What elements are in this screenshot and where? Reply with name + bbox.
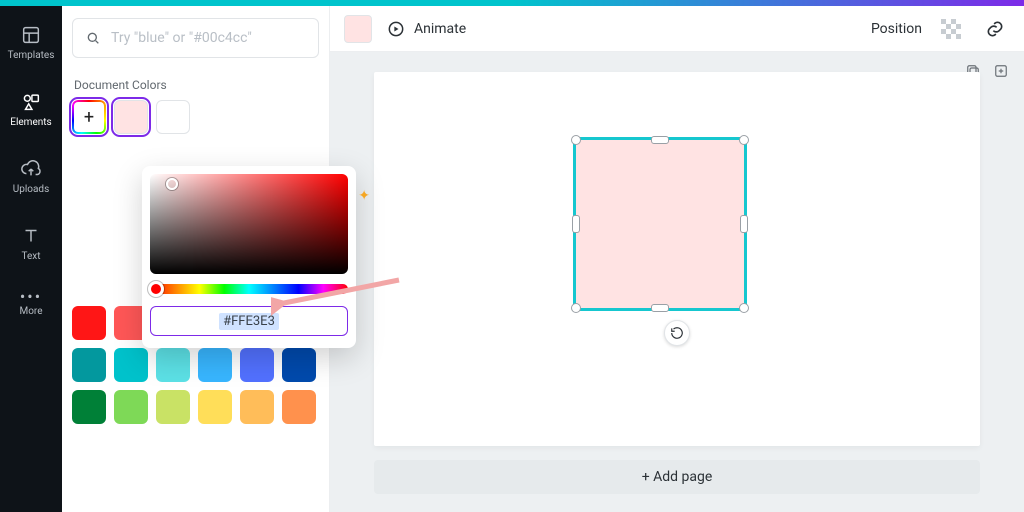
color-panel: Document Colors + ✦ #FFE3E3 [62, 6, 330, 512]
add-page-icon[interactable] [992, 62, 1010, 80]
default-color-swatch[interactable] [156, 348, 190, 382]
sv-thumb[interactable] [166, 178, 178, 190]
default-color-swatch[interactable] [72, 390, 106, 424]
fill-color-swatch[interactable] [344, 15, 372, 43]
default-color-swatch[interactable] [72, 306, 106, 340]
add-page-button[interactable]: + Add page [374, 460, 980, 494]
default-color-swatch[interactable] [282, 390, 316, 424]
resize-handle[interactable] [571, 135, 581, 145]
position-button[interactable]: Position [871, 21, 922, 37]
resize-handle[interactable] [739, 135, 749, 145]
elements-icon [20, 91, 42, 113]
rail-text-label: Text [21, 251, 40, 262]
rail-templates[interactable]: Templates [0, 18, 62, 67]
default-color-swatch[interactable] [72, 348, 106, 382]
rail-more[interactable]: ••• More [0, 286, 62, 323]
color-search-input[interactable] [111, 30, 306, 46]
hue-thumb[interactable] [148, 281, 164, 297]
rail-text[interactable]: Text [0, 219, 62, 268]
rail-uploads[interactable]: Uploads [0, 152, 62, 201]
default-color-swatch[interactable] [198, 390, 232, 424]
rail-templates-label: Templates [8, 50, 55, 61]
default-color-swatch[interactable] [114, 390, 148, 424]
resize-handle[interactable] [571, 303, 581, 313]
hex-input[interactable]: #FFE3E3 [150, 306, 348, 336]
resize-handle[interactable] [572, 215, 580, 233]
link-icon [985, 19, 1005, 39]
left-rail: Templates Elements Uploads Text ••• More [0, 6, 62, 512]
premium-star-icon: ✦ [358, 188, 370, 204]
templates-icon [20, 24, 42, 46]
add-document-color[interactable]: + [72, 100, 106, 134]
animate-label: Animate [414, 21, 466, 37]
document-color-swatch[interactable] [114, 100, 148, 134]
saturation-value-area[interactable] [150, 174, 348, 274]
rail-more-label: More [19, 306, 42, 317]
link-button[interactable] [980, 14, 1010, 44]
default-color-swatch[interactable] [240, 390, 274, 424]
default-color-swatch[interactable] [198, 348, 232, 382]
hue-slider[interactable] [150, 284, 348, 294]
plus-icon: + [84, 107, 94, 128]
uploads-icon [20, 158, 42, 180]
default-color-swatch[interactable] [156, 390, 190, 424]
resize-handle[interactable] [739, 303, 749, 313]
color-picker-popover: ✦ #FFE3E3 [142, 166, 356, 348]
animate-icon [386, 19, 406, 39]
rail-elements[interactable]: Elements [0, 85, 62, 134]
animate-button[interactable]: Animate [386, 19, 466, 39]
resize-handle[interactable] [651, 136, 669, 144]
text-icon [20, 225, 42, 247]
resize-handle[interactable] [740, 215, 748, 233]
add-page-label: + Add page [642, 469, 713, 485]
default-color-swatch[interactable] [282, 348, 316, 382]
search-icon [85, 30, 101, 46]
rotate-button[interactable] [664, 320, 690, 346]
document-color-swatch[interactable] [156, 100, 190, 134]
context-toolbar: Animate Position [330, 6, 1024, 52]
rail-elements-label: Elements [10, 117, 51, 128]
transparency-button[interactable] [936, 14, 966, 44]
transparency-icon [941, 19, 961, 39]
document-colors-label: Document Colors [74, 78, 317, 92]
resize-handle[interactable] [651, 304, 669, 312]
color-search[interactable] [72, 18, 319, 58]
default-color-swatch[interactable] [240, 348, 274, 382]
rail-uploads-label: Uploads [13, 184, 49, 195]
more-icon: ••• [20, 292, 42, 302]
default-color-swatch[interactable] [114, 348, 148, 382]
design-canvas[interactable] [374, 72, 980, 446]
selected-rectangle[interactable] [576, 140, 744, 308]
hex-value: #FFE3E3 [219, 313, 279, 330]
rotate-icon [670, 326, 684, 340]
